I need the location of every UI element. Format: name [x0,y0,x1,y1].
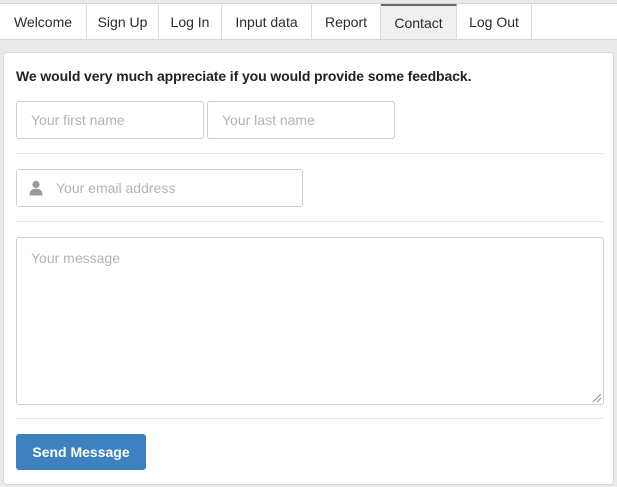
tab-report[interactable]: Report [312,4,381,39]
message-textarea[interactable] [16,237,604,405]
email-field[interactable] [16,169,303,207]
divider [16,153,604,154]
tab-input-data[interactable]: Input data [222,4,312,39]
first-name-input[interactable] [16,101,204,139]
tab-contact[interactable]: Contact [381,4,457,39]
user-icon [29,180,43,196]
tab-welcome[interactable]: Welcome [0,4,87,39]
form-heading: We would very much appreciate if you wou… [16,68,472,84]
tab-sign-up[interactable]: Sign Up [87,4,159,39]
divider [16,418,604,419]
email-input[interactable] [43,170,302,206]
app-window: Welcome Sign Up Log In Input data Report… [0,0,617,487]
top-nav-tabs: Welcome Sign Up Log In Input data Report… [0,3,617,40]
last-name-input[interactable] [207,101,395,139]
tabbar-filler [532,4,617,39]
resize-grip-icon[interactable] [591,392,602,403]
divider [16,221,604,222]
send-message-button[interactable]: Send Message [16,434,146,470]
feedback-form-panel: We would very much appreciate if you wou… [3,52,614,485]
tab-log-out[interactable]: Log Out [457,4,532,39]
tab-log-in[interactable]: Log In [159,4,222,39]
